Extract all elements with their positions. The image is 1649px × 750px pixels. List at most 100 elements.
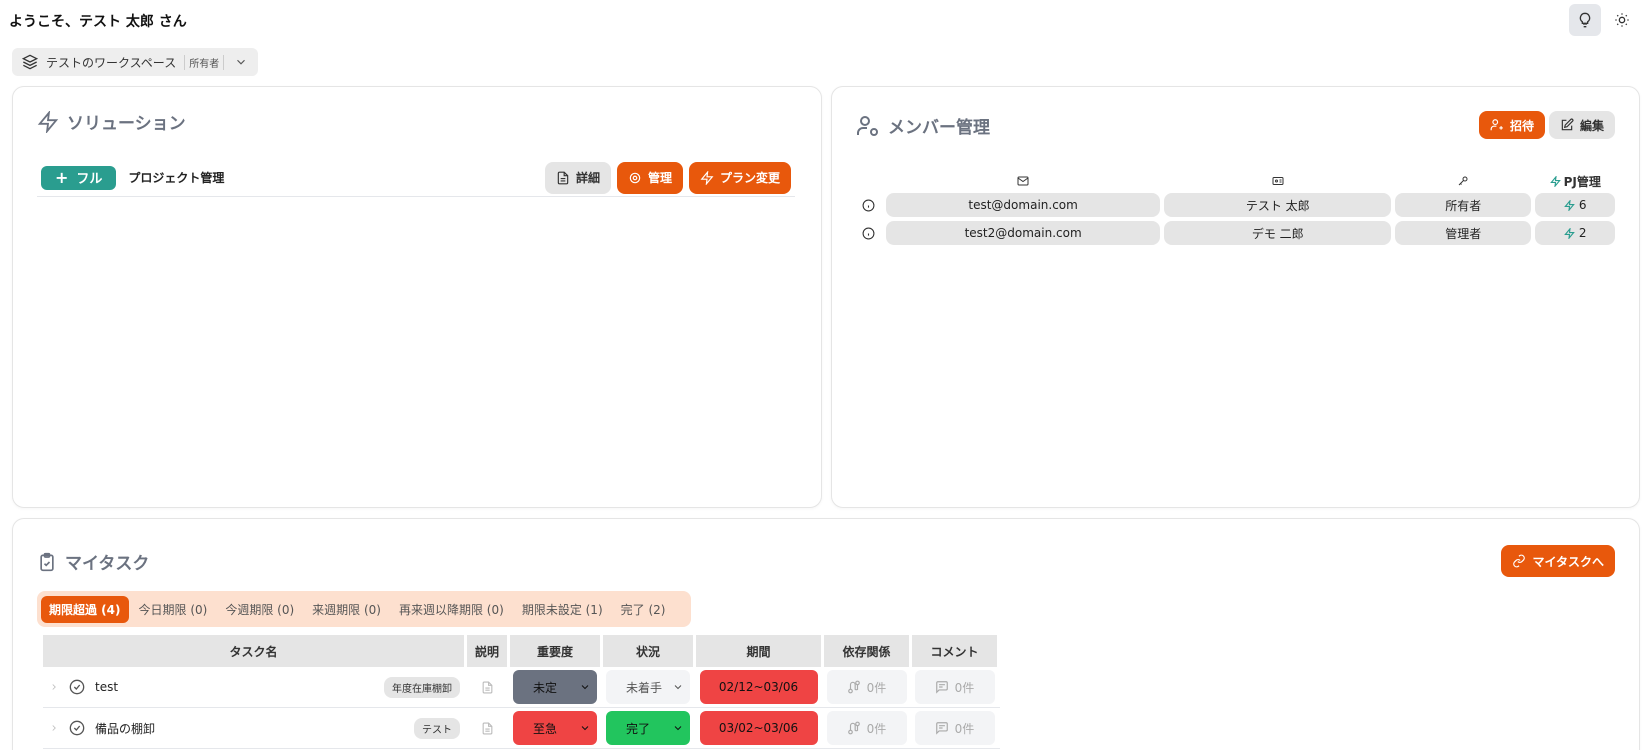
importance-select[interactable]: 至急 (513, 711, 597, 745)
period-button[interactable]: 03/02~03/06 (699, 711, 818, 745)
header-dependencies: 依存関係 (824, 635, 909, 667)
user-settings-icon (857, 115, 878, 136)
tips-button[interactable] (1569, 4, 1601, 36)
tab-no-deadline[interactable]: 期限未設定 (1) (514, 596, 611, 623)
solution-title: ソリューション (37, 109, 186, 134)
member-pj-count: 2 (1535, 221, 1615, 245)
member-row: test@domain.com テスト 太郎 所有者 6 (856, 191, 1615, 219)
solution-title-text: ソリューション (67, 114, 186, 134)
gear-icon (629, 172, 641, 183)
tab-overdue[interactable]: 期限超過 (4) (41, 595, 129, 623)
check-circle-icon[interactable] (69, 720, 85, 736)
period-button[interactable]: 02/12~03/06 (699, 670, 818, 704)
description-cell[interactable] (467, 681, 507, 694)
info-button[interactable] (856, 227, 882, 240)
plan-change-label: プラン変更 (719, 171, 780, 185)
solution-row: + フル プロジェクト管理 詳細 管理 プラン変更 (37, 159, 795, 197)
check-circle-icon[interactable] (69, 679, 85, 695)
plus-icon: + (55, 167, 69, 187)
mail-header (886, 175, 1161, 187)
tab-today[interactable]: 今日期限 (0) (131, 596, 216, 623)
header-actions (1569, 4, 1633, 36)
member-email: test2@domain.com (885, 221, 1161, 245)
header-comments: コメント (912, 635, 997, 667)
clipboard-check-icon (40, 552, 54, 571)
detail-button[interactable]: 詳細 (544, 161, 611, 194)
chevron-down-icon (237, 59, 245, 65)
header-description: 説明 (467, 635, 507, 667)
edit-icon (1561, 118, 1574, 131)
key-icon (1458, 176, 1468, 186)
user-plus-icon (1490, 119, 1503, 131)
info-button[interactable] (856, 199, 882, 212)
theme-toggle-button[interactable] (1611, 4, 1633, 36)
status-select[interactable]: 完了 (606, 711, 690, 745)
lightbulb-icon (1579, 12, 1591, 28)
chevron-right-icon[interactable] (49, 723, 59, 733)
invite-button[interactable]: 招待 (1478, 111, 1545, 139)
description-cell[interactable] (467, 722, 507, 735)
comment-icon (935, 681, 948, 694)
task-table: タスク名 説明 重要度 状況 期間 依存関係 コメント test 年度在庫棚卸 … (43, 635, 1000, 749)
tab-later[interactable]: 再来週以降期限 (0) (391, 596, 512, 623)
route-icon (847, 680, 860, 694)
tab-done[interactable]: 完了 (2) (613, 596, 674, 623)
task-name-cell: test 年度在庫棚卸 (43, 676, 464, 698)
workspace-selector[interactable]: テストのワークスペース 所有者 (12, 48, 258, 76)
member-role: 所有者 (1395, 193, 1532, 217)
lightning-icon (700, 170, 714, 185)
plan-change-button[interactable]: プラン変更 (688, 161, 791, 194)
header-importance: 重要度 (510, 635, 600, 667)
dependencies-count: 0件 (866, 721, 887, 736)
my-tasks-title: マイタスク (37, 549, 149, 574)
edit-label: 編集 (1579, 118, 1604, 133)
members-title-text: メンバー管理 (888, 118, 990, 138)
header-task-name: タスク名 (43, 635, 464, 667)
task-name[interactable]: 備品の棚卸 (95, 720, 155, 737)
pj-count: 2 (1578, 226, 1587, 240)
pj-header: PJ管理 (1535, 173, 1615, 190)
status-select[interactable]: 未着手 (606, 670, 690, 704)
comments-count: 0件 (954, 721, 975, 736)
chevron-down-icon (674, 726, 682, 731)
task-table-header: タスク名 説明 重要度 状況 期間 依存関係 コメント (43, 635, 1000, 667)
link-icon (1513, 554, 1526, 568)
tab-next-week[interactable]: 来週期限 (0) (304, 596, 389, 623)
dependencies-button[interactable]: 0件 (826, 711, 907, 745)
status-value: 未着手 (626, 680, 663, 695)
member-role: 管理者 (1395, 221, 1532, 245)
comments-button[interactable]: 0件 (914, 711, 995, 745)
dependencies-button[interactable]: 0件 (826, 670, 907, 704)
info-icon (862, 199, 875, 211)
plan-label: フル (76, 172, 103, 187)
header-status: 状況 (603, 635, 693, 667)
go-to-my-tasks-button[interactable]: マイタスクへ (1501, 545, 1615, 577)
importance-value: 未定 (533, 680, 558, 695)
members-title: メンバー管理 (856, 113, 990, 138)
importance-select[interactable]: 未定 (513, 670, 597, 704)
solution-card: ソリューション + フル プロジェクト管理 詳細 管理 プラン変更 (12, 86, 822, 508)
task-filter-tabs: 期限超過 (4) 今日期限 (0) 今週期限 (0) 来週期限 (0) 再来週以… (37, 591, 691, 627)
my-tasks-card: マイタスク マイタスクへ 期限超過 (4) 今日期限 (0) 今週期限 (0) … (12, 518, 1640, 750)
task-name[interactable]: test (95, 680, 118, 694)
member-row: test2@domain.com デモ 二郎 管理者 2 (856, 219, 1615, 247)
welcome-message: ようこそ、テスト 太郎 さん (9, 14, 187, 30)
lightning-icon (1564, 227, 1575, 239)
solution-name: プロジェクト管理 (128, 171, 225, 185)
task-project-tag: 年度在庫棚卸 (384, 676, 460, 698)
chevron-down-icon (581, 726, 589, 731)
member-name: テスト 太郎 (1164, 193, 1392, 217)
lightning-icon (1564, 199, 1575, 211)
tab-this-week[interactable]: 今週期限 (0) (217, 596, 302, 623)
comments-button[interactable]: 0件 (914, 670, 995, 704)
manage-button[interactable]: 管理 (616, 161, 683, 194)
pj-header-label: PJ管理 (1563, 174, 1601, 189)
chevron-right-icon[interactable] (49, 682, 59, 692)
mail-icon (1017, 176, 1029, 186)
document-icon (482, 681, 492, 693)
members-table: PJ管理 test@domain.com テスト 太郎 所有者 6 test2@… (856, 171, 1615, 247)
edit-button[interactable]: 編集 (1548, 111, 1615, 139)
dependencies-count: 0件 (866, 680, 887, 695)
members-table-header: PJ管理 (856, 171, 1615, 191)
sun-icon (1615, 13, 1629, 27)
